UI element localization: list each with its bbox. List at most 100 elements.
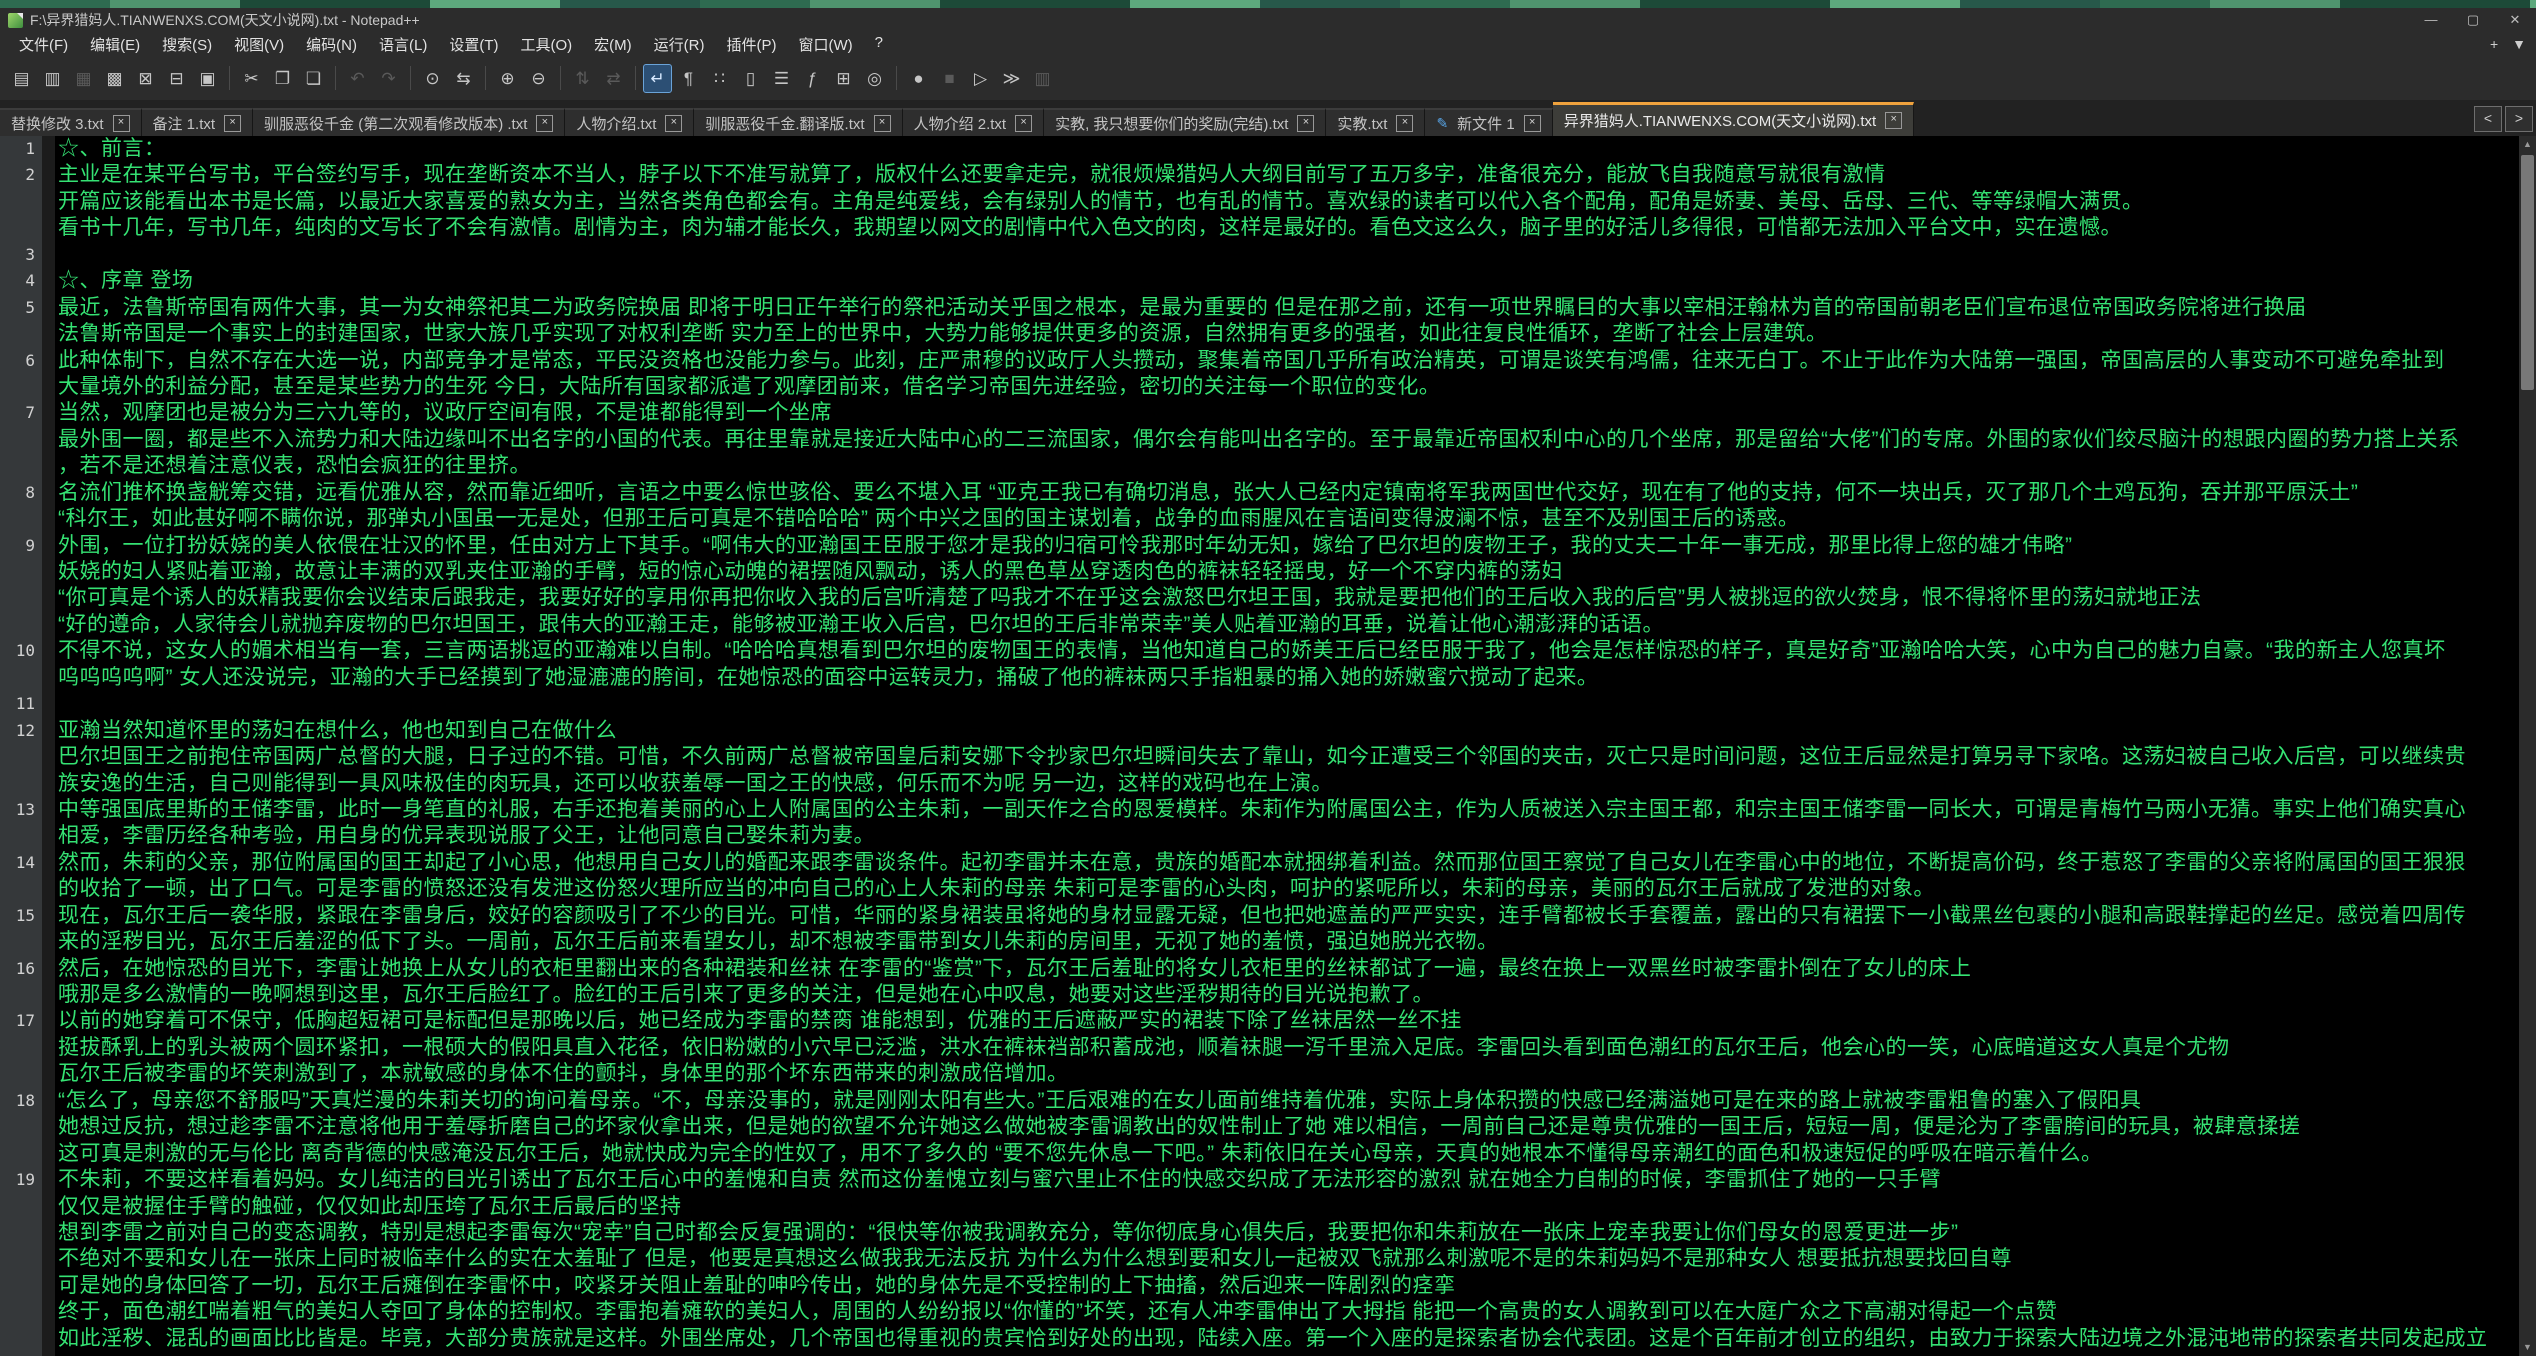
text-line[interactable]: 现在，瓦尔王后一袭华服，紧跟在李雷身后，姣好的容颜吸引了不少的目光。可惜，华丽的…	[55, 903, 2519, 929]
text-line[interactable]: “你可真是个诱人的妖精我要你会议结束后跟我走，我要好好的享用你再把你收入我的后宫…	[55, 585, 2519, 611]
text-line[interactable]: 可是她的身体回答了一切，瓦尔王后瘫倒在李雷怀中，咬紧牙关阻止羞耻的呻吟传出，她的…	[55, 1273, 2519, 1299]
undo-button[interactable]: ↶	[343, 64, 372, 93]
tab-close-icon[interactable]: ×	[874, 115, 891, 132]
tab-item[interactable]: 替换修改 3.txt×	[0, 108, 142, 136]
menu-file[interactable]: 文件(F)	[8, 33, 79, 56]
maximize-button[interactable]: ▢	[2452, 8, 2494, 32]
menu-encoding[interactable]: 编码(N)	[295, 33, 368, 56]
find-button[interactable]: ⊙	[418, 64, 447, 93]
text-line[interactable]: 法鲁斯帝国是一个事实上的封建国家，世家大族几乎实现了对权利垄断 实力至上的世界中…	[55, 321, 2519, 347]
scrollbar-thumb[interactable]	[2521, 155, 2534, 390]
text-line[interactable]: 中等强国底里斯的王储李雷，此时一身笔直的礼服，右手还抱着美丽的心上人附属国的公主…	[55, 797, 2519, 823]
tab-item[interactable]: 人物介绍.txt×	[565, 108, 694, 136]
text-line[interactable]: 的收拾了一顿，出了口气。可是李雷的愤怒还没有发泄这份怒火理所应当的冲向自己的心上…	[55, 876, 2519, 902]
close-file-button[interactable]: ⊠	[131, 64, 160, 93]
text-line[interactable]: 最近，法鲁斯帝国有两件大事，其一为女神祭祀其二为政务院换届 即将于明日正午举行的…	[55, 295, 2519, 321]
folder-workspace-button[interactable]: ⊞	[829, 64, 858, 93]
tab-close-icon[interactable]: ×	[1396, 115, 1413, 132]
indent-guide-button[interactable]: ∷	[705, 64, 734, 93]
text-line[interactable]: 巴尔坦国王之前抱住帝国两广总督的大腿，日子过的不错。可惜，不久前两广总督被帝国皇…	[55, 744, 2519, 770]
text-line[interactable]: 终于，面色潮红喘着粗气的美妇人夺回了身体的控制权。李雷抱着瘫软的美妇人，周围的人…	[55, 1299, 2519, 1325]
word-wrap-button[interactable]: ↵	[643, 64, 672, 93]
sync-vertical-button[interactable]: ⇅	[568, 64, 597, 93]
tab-close-icon[interactable]: ×	[1015, 115, 1032, 132]
tab-item[interactable]: 驯服恶役千金.翻译版.txt×	[694, 108, 902, 136]
menu-macro[interactable]: 宏(M)	[583, 33, 643, 56]
tab-close-icon[interactable]: ×	[113, 115, 130, 132]
text-line[interactable]: 然后，在她惊恐的目光下，李雷让她换上从女儿的衣柜里翻出来的各种裙装和丝袜 在李雷…	[55, 956, 2519, 982]
text-line[interactable]: 不得不说，这女人的媚术相当有一套，三言两语挑逗的亚瀚难以自制。“哈哈哈真想看到巴…	[55, 638, 2519, 664]
text-line[interactable]: ☆、序章 登场	[55, 268, 2519, 294]
text-line[interactable]: 外围，一位打扮妖娆的美人依偎在壮汉的怀里，任由对方上下其手。“啊伟大的亚瀚国王臣…	[55, 533, 2519, 559]
tab-close-icon[interactable]: ×	[1524, 115, 1541, 132]
text-line[interactable]: “科尔王，如此甚好啊不瞒你说，那弹丸小国虽一无是处，但那王后可真是不错哈哈哈” …	[55, 506, 2519, 532]
text-line[interactable]: 挺拔酥乳上的乳头被两个圆环紧扣，一根硕大的假阳具直入花径，依旧粉嫩的小穴早已泛滥…	[55, 1035, 2519, 1061]
text-line[interactable]: 族安逸的生活，自己则能得到一具风味极佳的肉玩具，还可以收获羞辱一国之王的快感，何…	[55, 771, 2519, 797]
tab-close-icon[interactable]: ×	[536, 115, 553, 132]
text-line[interactable]: 不绝对不要和女儿在一张床上同时被临幸什么的实在太羞耻了 但是，他要是真想这么做我…	[55, 1246, 2519, 1272]
text-line[interactable]: 然而，朱莉的父亲，那位附属国的国王却起了小心思，他想用自己女儿的婚配来跟李雷谈条…	[55, 850, 2519, 876]
print-button[interactable]: ▣	[193, 64, 222, 93]
zoom-in-button[interactable]: ⊕	[493, 64, 522, 93]
tab-close-icon[interactable]: ×	[1297, 115, 1314, 132]
show-all-chars-button[interactable]: ¶	[674, 64, 703, 93]
text-line[interactable]: 以前的她穿着可不保守，低胸超短裙可是标配但是那晚以后，她已经成为李雷的禁脔 谁能…	[55, 1008, 2519, 1034]
text-line[interactable]: 此种体制下，自然不存在大选一说，内部竞争才是常态，平民没资格也没能力参与。此刻，…	[55, 348, 2519, 374]
text-line[interactable]: 相爱，李雷历经各种考验，用自身的优异表现说服了父王，让他同意自己娶朱莉为妻。	[55, 823, 2519, 849]
menu-language[interactable]: 语言(L)	[368, 33, 438, 56]
text-line[interactable]: ☆、前言：	[55, 136, 2519, 162]
tab-item[interactable]: 人物介绍 2.txt×	[903, 108, 1045, 136]
text-line[interactable]: 开篇应该能看出本书是长篇，以最近大家喜爱的熟女为主，当然各类角色都会有。主角是纯…	[55, 189, 2519, 215]
macro-run-multiple-button[interactable]: ≫	[997, 64, 1026, 93]
text-editor[interactable]: 1☆、前言：2主业是在某平台写书，平台签约写手，现在垄断资本不当人，脖子以下不准…	[0, 136, 2519, 1356]
text-line[interactable]: 来的淫秽目光，瓦尔王后羞涩的低下了头。一周前，瓦尔王后前来看望女儿，却不想被李雷…	[55, 929, 2519, 955]
text-line[interactable]: 最外围一圈，都是些不入流势力和大陆边缘叫不出名字的小国的代表。再往里靠就是接近大…	[55, 427, 2519, 453]
tab-item[interactable]: ✎新文件 1×	[1425, 108, 1552, 136]
tab-item[interactable]: 实教, 我只想要你们的奖励(完结).txt×	[1044, 108, 1326, 136]
save-button[interactable]: ▦	[69, 64, 98, 93]
tab-item[interactable]: 实教.txt×	[1326, 108, 1425, 136]
tab-close-icon[interactable]: ×	[1885, 112, 1902, 129]
open-file-button[interactable]: ▥	[38, 64, 67, 93]
zoom-out-button[interactable]: ⊖	[524, 64, 553, 93]
text-line[interactable]: 不朱莉，不要这样看着妈妈。女儿纯洁的目光引诱出了瓦尔王后心中的羞愧和自责 然而这…	[55, 1167, 2519, 1193]
text-line[interactable]: 名流们推杯换盏觥筹交错，远看优雅从容，然而靠近细听，言语之中要么惊世骇俗、要么不…	[55, 480, 2519, 506]
text-line[interactable]: 她想过反抗，想过趁李雷不注意将他用于羞辱折磨自己的坏家伙拿出来，但是她的欲望不允…	[55, 1114, 2519, 1140]
text-line[interactable]: ，若不是还想着注意仪表，恐怕会疯狂的往里挤。	[55, 453, 2519, 479]
minimize-button[interactable]: —	[2410, 8, 2452, 32]
tab-item[interactable]: 异界猎妈人.TIANWENXS.COM(天文小说网).txt×	[1553, 102, 1915, 136]
menu-settings[interactable]: 设置(T)	[438, 33, 509, 56]
menu-help[interactable]: ?	[864, 33, 894, 56]
close-window-button[interactable]: ✕	[2494, 8, 2536, 32]
monitoring-button[interactable]: ◎	[860, 64, 889, 93]
tab-close-icon[interactable]: ×	[224, 115, 241, 132]
text-line[interactable]: 如此淫秽、混乱的画面比比皆是。毕竟，大部分贵族就是这样。外围坐席处，几个帝国也得…	[55, 1326, 2519, 1352]
menu-window[interactable]: 窗口(W)	[787, 33, 863, 56]
macro-record-button[interactable]: ●	[904, 64, 933, 93]
menu-search[interactable]: 搜索(S)	[151, 33, 223, 56]
menu-edit[interactable]: 编辑(E)	[79, 33, 151, 56]
text-line[interactable]: “好的遵命，人家待会儿就抛弃废物的巴尔坦国王，跟伟大的亚瀚王走，能够被亚瀚王收入…	[55, 612, 2519, 638]
tab-item[interactable]: 驯服恶役千金 (第二次观看修改版本) .txt×	[253, 108, 565, 136]
vertical-scrollbar[interactable]: ▲ ▼	[2519, 136, 2536, 1356]
cut-button[interactable]: ✂	[237, 64, 266, 93]
text-line[interactable]	[55, 691, 2519, 717]
doc-list-button[interactable]: ☰	[767, 64, 796, 93]
text-line[interactable]: 大量境外的利益分配，甚至是某些势力的生死 今日，大陆所有国家都派遣了观摩团前来，…	[55, 374, 2519, 400]
menu-view[interactable]: 视图(V)	[223, 33, 295, 56]
text-line[interactable]: 主业是在某平台写书，平台签约写手，现在垄断资本不当人，脖子以下不准写就算了，版权…	[55, 162, 2519, 188]
tab-scroll-right-button[interactable]: >	[2505, 106, 2533, 132]
replace-button[interactable]: ⇆	[449, 64, 478, 93]
tab-close-icon[interactable]: ×	[665, 115, 682, 132]
scroll-up-arrow-icon[interactable]: ▲	[2519, 136, 2536, 153]
text-line[interactable]: 看书十几年，写书几年，纯肉的文写长了不会有激情。剧情为主，肉为辅才能长久，我期望…	[55, 215, 2519, 241]
text-line[interactable]: 仅仅是被握住手臂的触碰，仅仅如此却压垮了瓦尔王后最后的坚持	[55, 1194, 2519, 1220]
macro-stop-button[interactable]: ■	[935, 64, 964, 93]
function-list-button[interactable]: ƒ	[798, 64, 827, 93]
text-line[interactable]: 瓦尔王后被李雷的坏笑刺激到了，本就敏感的身体不住的颤抖，身体里的那个坏东西带来的…	[55, 1061, 2519, 1087]
menu-run[interactable]: 运行(R)	[643, 33, 716, 56]
text-line[interactable]: 这可真是刺激的无与伦比 离奇背德的快感淹没瓦尔王后，她就快成为完全的性奴了，用不…	[55, 1141, 2519, 1167]
text-line[interactable]: 呜呜呜呜啊” 女人还没说完，亚瀚的大手已经摸到了她湿漉漉的胯间，在她惊恐的面容中…	[55, 665, 2519, 691]
scroll-down-arrow-icon[interactable]: ▼	[2519, 1339, 2536, 1356]
new-file-button[interactable]: ▤	[7, 64, 36, 93]
